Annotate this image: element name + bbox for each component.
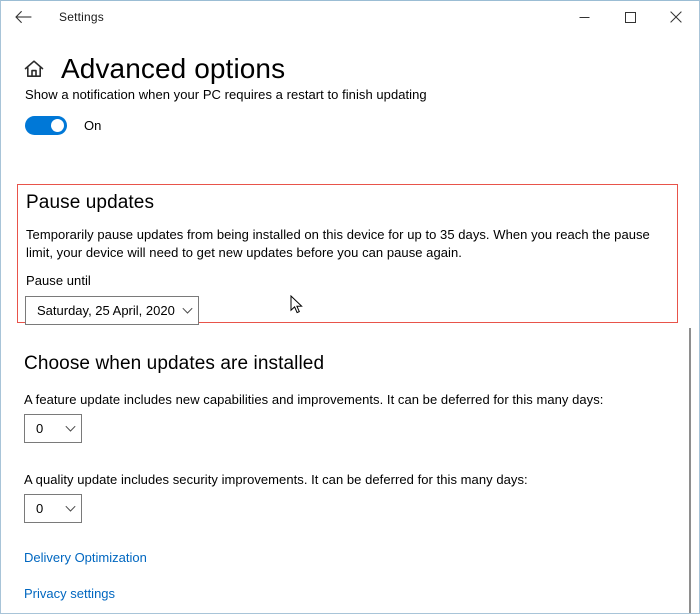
quality-update-defer-dropdown[interactable]: 0 — [24, 494, 82, 523]
restart-notification-label: Show a notification when your PC require… — [25, 87, 427, 102]
scrollbar-thumb[interactable] — [689, 328, 691, 613]
choose-when-heading: Choose when updates are installed — [24, 353, 325, 374]
caption-buttons — [561, 1, 699, 33]
feature-update-description: A feature update includes new capabiliti… — [24, 392, 604, 407]
toggle-knob — [51, 119, 64, 132]
delivery-optimization-link[interactable]: Delivery Optimization — [24, 550, 147, 565]
pause-until-label: Pause until — [26, 273, 91, 288]
chevron-down-icon — [59, 425, 81, 433]
pause-updates-heading: Pause updates — [26, 192, 155, 213]
back-button[interactable] — [1, 1, 45, 33]
feature-update-defer-value: 0 — [36, 421, 44, 436]
toggle-state-label: On — [84, 118, 102, 133]
home-icon[interactable] — [21, 56, 47, 82]
maximize-button[interactable] — [607, 1, 653, 33]
close-icon — [670, 11, 682, 23]
pause-updates-highlight-box: Pause updates Temporarily pause updates … — [17, 184, 678, 325]
pause-until-dropdown[interactable]: Saturday, 25 April, 2020 — [25, 296, 199, 325]
close-button[interactable] — [653, 1, 699, 33]
back-arrow-icon — [14, 10, 32, 24]
pause-until-value: Saturday, 25 April, 2020 — [37, 303, 175, 318]
page-header: Advanced options — [1, 47, 699, 91]
pause-updates-description: Temporarily pause updates from being ins… — [26, 227, 650, 260]
privacy-settings-link[interactable]: Privacy settings — [24, 586, 115, 601]
quality-update-defer-value: 0 — [36, 501, 44, 516]
title-bar: Settings — [1, 1, 699, 33]
restart-notification-toggle-row: On — [25, 116, 665, 135]
settings-window: Settings Advanced options Show a notific… — [0, 0, 700, 614]
quality-update-description: A quality update includes security impro… — [24, 472, 528, 487]
restart-notification-toggle[interactable] — [25, 116, 67, 135]
feature-update-defer-dropdown[interactable]: 0 — [24, 414, 82, 443]
minimize-button[interactable] — [561, 1, 607, 33]
chevron-down-icon — [59, 505, 81, 513]
restart-notification-setting: Show a notification when your PC require… — [25, 86, 665, 135]
chevron-down-icon — [176, 307, 198, 315]
page-title: Advanced options — [61, 53, 286, 84]
app-title: Settings — [59, 10, 104, 24]
settings-content: Advanced options Show a notification whe… — [1, 33, 699, 613]
minimize-icon — [579, 12, 590, 23]
vertical-scrollbar[interactable] — [684, 65, 696, 613]
maximize-icon — [624, 11, 636, 23]
